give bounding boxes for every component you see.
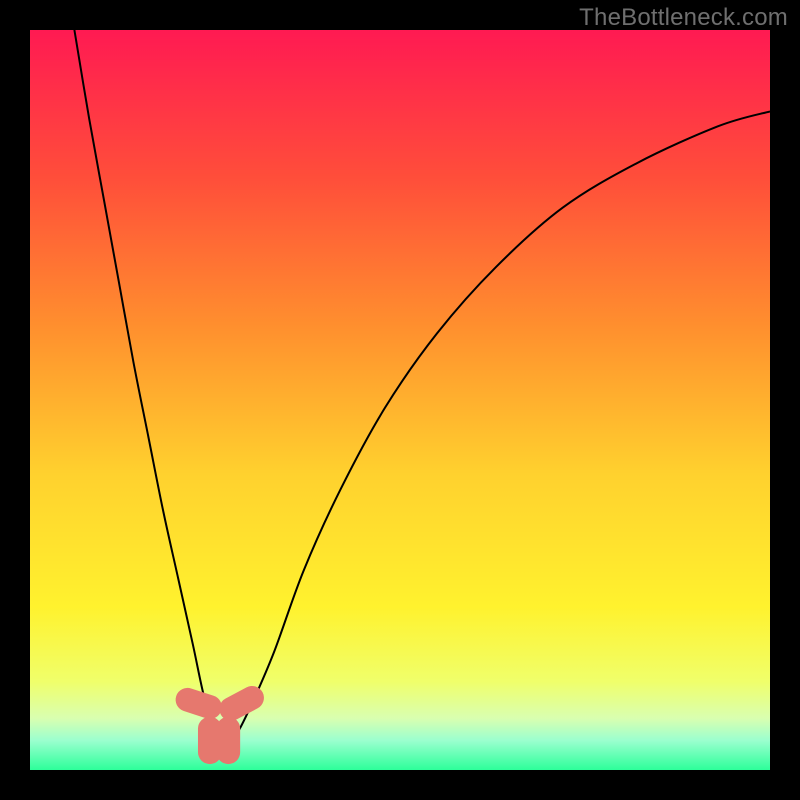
bottleneck-chart (30, 30, 770, 770)
watermark-text: TheBottleneck.com (579, 4, 788, 32)
chart-frame: TheBottleneck.com (0, 0, 800, 800)
marker-bottom-right (216, 717, 240, 764)
plot-area (30, 30, 770, 770)
